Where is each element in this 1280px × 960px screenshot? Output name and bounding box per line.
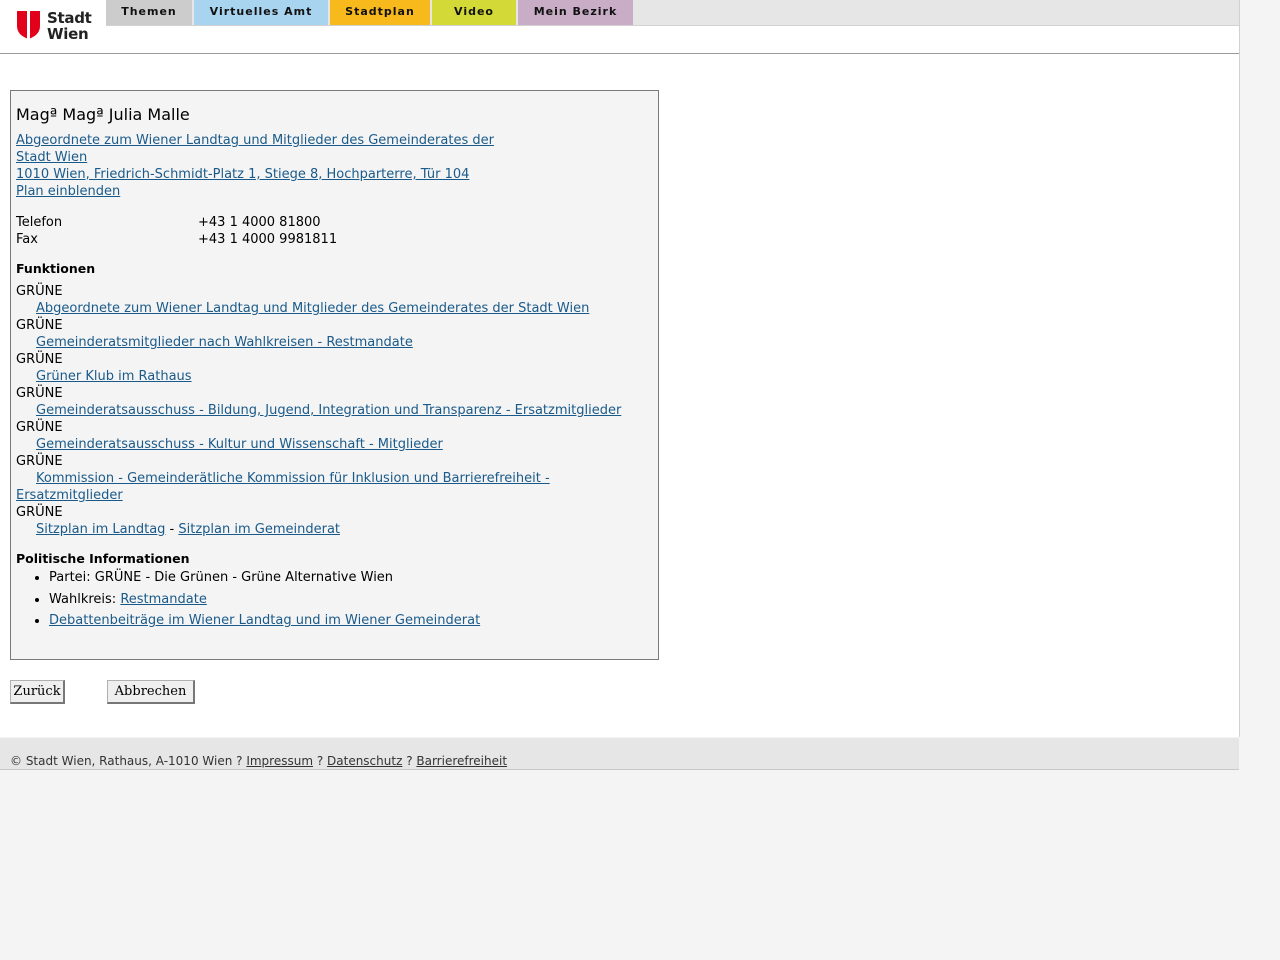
tab-video[interactable]: Video [432, 0, 516, 25]
tab-virtuelles-amt[interactable]: Virtuelles Amt [194, 0, 328, 25]
footer-separator: ? [402, 754, 417, 768]
stadt-wien-logo[interactable]: Stadt Wien [17, 10, 92, 42]
main-navigation: Themen Virtuelles Amt Stadtplan Video Me… [106, 0, 1239, 26]
organisation-link-line1[interactable]: Abgeordnete zum Wiener Landtag und Mitgl… [16, 132, 494, 149]
function-party: GRÜNE [16, 505, 63, 520]
function-item: Gemeinderatsausschuss - Bildung, Jugend,… [16, 402, 646, 419]
debates-item: Debattenbeiträge im Wiener Landtag und i… [49, 612, 480, 629]
logo-line2: Wien [47, 25, 89, 43]
function-link[interactable]: Gemeinderatsmitglieder nach Wahlkreisen … [36, 335, 413, 350]
phone-value: +43 1 4000 81800 [198, 215, 321, 230]
tab-mein-bezirk[interactable]: Mein Bezirk [518, 0, 633, 25]
impressum-link[interactable]: Impressum [246, 754, 313, 768]
seating-plan-links: Sitzplan im Landtag - Sitzplan im Gemein… [16, 521, 646, 538]
function-party: GRÜNE [16, 352, 63, 367]
seating-plan-landtag-link[interactable]: Sitzplan im Landtag [36, 522, 165, 537]
function-link[interactable]: Abgeordnete zum Wiener Landtag und Mitgl… [36, 301, 589, 316]
debates-link[interactable]: Debattenbeiträge im Wiener Landtag und i… [49, 613, 480, 628]
functions-list: GRÜNE Abgeordnete zum Wiener Landtag und… [16, 283, 646, 538]
organisation-link-line2[interactable]: Stadt Wien [16, 150, 87, 165]
address-block: Abgeordnete zum Wiener Landtag und Mitgl… [16, 132, 494, 200]
person-name: Magª Magª Julia Malle [16, 105, 190, 124]
datenschutz-link[interactable]: Datenschutz [327, 754, 402, 768]
party-info: Partei: GRÜNE - Die Grünen - Grüne Alter… [49, 569, 480, 586]
fax-label: Fax [16, 232, 38, 247]
function-link[interactable]: Grüner Klub im Rathaus [36, 369, 192, 384]
coat-of-arms-icon [17, 11, 40, 39]
footer-text: © Stadt Wien, Rathaus, A-1010 Wien ? Imp… [10, 754, 507, 768]
function-link[interactable]: Gemeinderatsausschuss - Bildung, Jugend,… [36, 403, 621, 418]
function-item: Grüner Klub im Rathaus [16, 368, 646, 385]
show-map-link[interactable]: Plan einblenden [16, 184, 120, 199]
logo-text: Stadt Wien [47, 10, 92, 42]
function-party: GRÜNE [16, 420, 63, 435]
phone-label: Telefon [16, 215, 63, 230]
person-detail-panel: Magª Magª Julia Malle Abgeordnete zum Wi… [10, 90, 659, 660]
function-party: GRÜNE [16, 318, 63, 333]
seating-plan-separator: - [165, 522, 179, 537]
function-party: GRÜNE [16, 386, 63, 401]
tab-stadtplan[interactable]: Stadtplan [330, 0, 430, 25]
constituency-label: Wahlkreis: [49, 591, 121, 607]
fax-value: +43 1 4000 9981811 [198, 232, 338, 247]
function-link[interactable]: Kommission - Gemeinderätliche Kommission… [16, 471, 550, 503]
header: Stadt Wien Themen Virtuelles Amt Stadtpl… [0, 0, 1239, 54]
footer: © Stadt Wien, Rathaus, A-1010 Wien ? Imp… [0, 738, 1239, 770]
political-info-heading: Politische Informationen [16, 551, 190, 566]
footer-separator: ? [313, 754, 328, 768]
function-item: Abgeordnete zum Wiener Landtag und Mitgl… [16, 300, 646, 317]
functions-heading: Funktionen [16, 261, 96, 276]
tab-themen[interactable]: Themen [106, 0, 192, 25]
function-party: GRÜNE [16, 454, 63, 469]
constituency-info: Wahlkreis: Restmandate [49, 591, 480, 608]
function-link[interactable]: Gemeinderatsausschuss - Kultur und Wisse… [36, 437, 443, 452]
function-item: Gemeinderatsmitglieder nach Wahlkreisen … [16, 334, 646, 351]
constituency-link[interactable]: Restmandate [120, 592, 207, 607]
barrierefreiheit-link[interactable]: Barrierefreiheit [416, 754, 507, 768]
page: Stadt Wien Themen Virtuelles Amt Stadtpl… [0, 0, 1240, 737]
address-link[interactable]: 1010 Wien, Friedrich-Schmidt-Platz 1, St… [16, 166, 494, 183]
copyright-text: © Stadt Wien, Rathaus, A-1010 Wien ? [10, 754, 247, 768]
political-info-list: Partei: GRÜNE - Die Grünen - Grüne Alter… [16, 569, 480, 634]
cancel-button[interactable]: Abbrechen [107, 680, 195, 704]
function-item: Gemeinderatsausschuss - Kultur und Wisse… [16, 436, 646, 453]
function-item: Kommission - Gemeinderätliche Kommission… [16, 470, 561, 504]
function-party: GRÜNE [16, 284, 63, 299]
seating-plan-gemeinderat-link[interactable]: Sitzplan im Gemeinderat [178, 522, 340, 537]
logo-line1: Stadt [47, 9, 92, 27]
back-button[interactable]: Zurück [10, 680, 65, 704]
